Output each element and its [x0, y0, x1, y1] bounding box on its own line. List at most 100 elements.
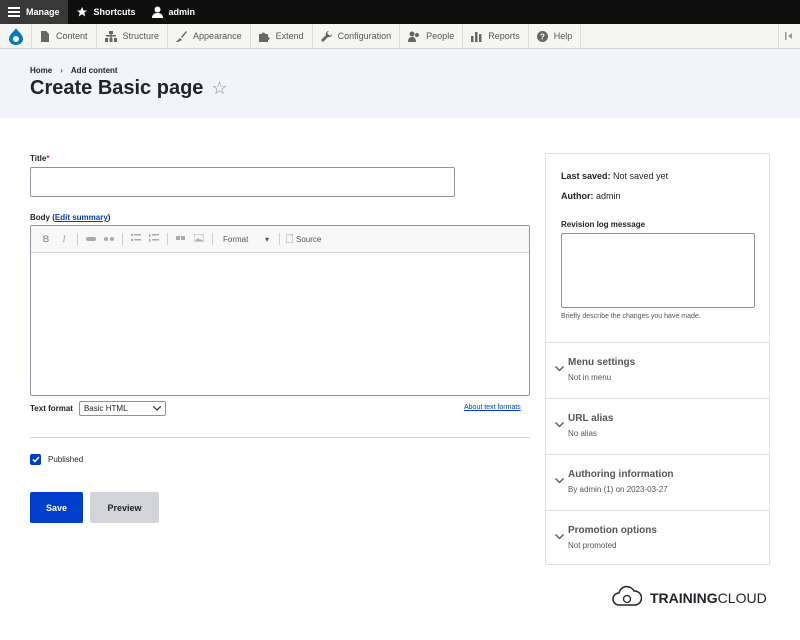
breadcrumb-add-content[interactable]: Add content	[71, 66, 118, 75]
format-label: Format	[223, 234, 249, 244]
published-checkbox-row: Published	[30, 454, 83, 465]
hamburger-icon	[8, 7, 20, 17]
section-summary: By admin (1) on 2023-03-27	[568, 485, 668, 494]
save-button[interactable]: Save	[30, 492, 83, 523]
wrench-icon	[320, 30, 332, 42]
shortcuts-label: Shortcuts	[93, 7, 136, 17]
body-editor: B I Format ▾ Source	[30, 225, 530, 396]
bars-icon	[471, 31, 482, 42]
menu-item-appearance[interactable]: Appearance	[168, 24, 251, 48]
page-title: Create Basic page ☆	[30, 77, 228, 100]
section-title: URL alias	[568, 413, 614, 424]
numbered-list-icon[interactable]	[147, 234, 161, 244]
trainingcloud-logo: TRAININGCLOUD	[612, 585, 767, 610]
toolbar-separator	[122, 233, 123, 245]
italic-button[interactable]: I	[57, 234, 71, 244]
page-title-text: Create Basic page	[30, 77, 204, 99]
menu-item-reports[interactable]: Reports	[463, 24, 529, 48]
editor-toolbar: B I Format ▾ Source	[31, 226, 529, 253]
title-label-text: Title	[30, 154, 47, 163]
admin-menu: Content Structure Appearance Extend Conf…	[0, 24, 800, 49]
divider	[30, 437, 530, 438]
menu-item-label: Appearance	[193, 31, 242, 41]
revision-log-textarea[interactable]	[561, 233, 755, 308]
breadcrumb: Home › Add content	[30, 66, 118, 75]
check-icon	[31, 456, 40, 463]
brand-bold: TRAINING	[650, 589, 718, 606]
menu-item-label: Help	[553, 31, 573, 41]
editor-content-area[interactable]	[31, 253, 529, 395]
brand-light: CLOUD	[717, 589, 767, 606]
body-label-close: )	[107, 213, 111, 222]
meta-sidebar: Last saved: Not saved yet Author: admin …	[545, 153, 770, 565]
user-icon	[151, 6, 163, 18]
star-icon	[76, 6, 88, 18]
menu-item-people[interactable]: People	[400, 24, 464, 48]
author: Author: admin	[561, 191, 621, 201]
body-label-text: Body (	[30, 213, 55, 222]
menu-item-configuration[interactable]: Configuration	[313, 24, 401, 48]
menu-item-extend[interactable]: Extend	[251, 24, 313, 48]
menu-item-content[interactable]: Content	[32, 24, 97, 48]
svg-text:?: ?	[540, 32, 545, 41]
chevron-down-icon	[555, 420, 564, 430]
chevron-down-icon	[555, 364, 564, 374]
toolbar-separator	[279, 233, 280, 245]
puzzle-icon	[258, 31, 270, 42]
menu-item-label: Configuration	[337, 31, 392, 41]
link-icon[interactable]	[84, 234, 98, 244]
manage-label: Manage	[26, 7, 60, 17]
brand-text: TRAININGCLOUD	[650, 590, 767, 606]
text-format-select[interactable]: Basic HTML	[78, 401, 166, 416]
url-alias-section[interactable]: URL alias No alias	[546, 398, 769, 454]
about-text-formats-link[interactable]: About text formats	[464, 404, 521, 411]
title-input[interactable]	[30, 167, 455, 197]
format-dropdown[interactable]: Format ▾	[219, 235, 273, 244]
sitemap-icon	[104, 30, 117, 42]
preview-button[interactable]: Preview	[90, 492, 159, 523]
authoring-information-section[interactable]: Authoring information By admin (1) on 20…	[546, 454, 769, 510]
menu-item-label: Extend	[275, 31, 304, 41]
image-icon[interactable]	[192, 233, 206, 244]
edit-summary-link[interactable]: Edit summary	[55, 213, 108, 222]
section-title: Promotion options	[568, 525, 657, 536]
menu-item-label: Content	[56, 31, 88, 41]
unlink-icon[interactable]	[102, 234, 116, 244]
menu-item-help[interactable]: ? Help	[529, 24, 582, 48]
manage-tab[interactable]: Manage	[0, 0, 68, 24]
help-icon: ?	[536, 30, 548, 42]
section-summary: Not promoted	[568, 541, 617, 550]
section-summary: No alias	[568, 429, 597, 438]
top-toolbar: Manage Shortcuts admin	[0, 0, 800, 24]
last-saved-label: Last saved:	[561, 171, 611, 181]
favorite-star-icon[interactable]: ☆	[211, 78, 227, 99]
bullet-list-icon[interactable]	[129, 234, 143, 244]
body-label: Body (Edit summary)	[30, 213, 110, 222]
format-caret-icon: ▾	[264, 234, 269, 244]
text-format-row: Text format Basic HTML	[30, 401, 166, 416]
published-label[interactable]: Published	[48, 455, 83, 464]
toolbar-separator	[212, 233, 213, 245]
shortcuts-tab[interactable]: Shortcuts	[68, 0, 144, 24]
menu-settings-section[interactable]: Menu settings Not in menu	[546, 342, 769, 398]
menu-item-structure[interactable]: Structure	[97, 24, 169, 48]
revision-log-description: Briefly describe the changes you have ma…	[561, 313, 701, 320]
user-tab[interactable]: admin	[144, 0, 204, 24]
orientation-toggle-icon[interactable]	[778, 24, 800, 48]
drupal-logo-icon[interactable]	[0, 24, 32, 48]
chevron-down-icon	[152, 404, 162, 413]
text-format-value: Basic HTML	[83, 404, 128, 413]
toolbar-separator	[77, 233, 78, 245]
breadcrumb-home[interactable]: Home	[30, 66, 52, 75]
source-button[interactable]: Source	[285, 233, 322, 245]
menu-item-label: People	[426, 31, 455, 41]
section-title: Menu settings	[568, 357, 636, 368]
people-icon	[408, 31, 420, 42]
last-saved: Last saved: Not saved yet	[561, 171, 668, 181]
source-label: Source	[296, 234, 322, 244]
blockquote-icon[interactable]	[174, 234, 188, 244]
published-checkbox[interactable]	[30, 454, 41, 465]
author-label: Author:	[561, 191, 594, 201]
promotion-options-section[interactable]: Promotion options Not promoted	[546, 510, 769, 566]
bold-button[interactable]: B	[39, 234, 53, 244]
